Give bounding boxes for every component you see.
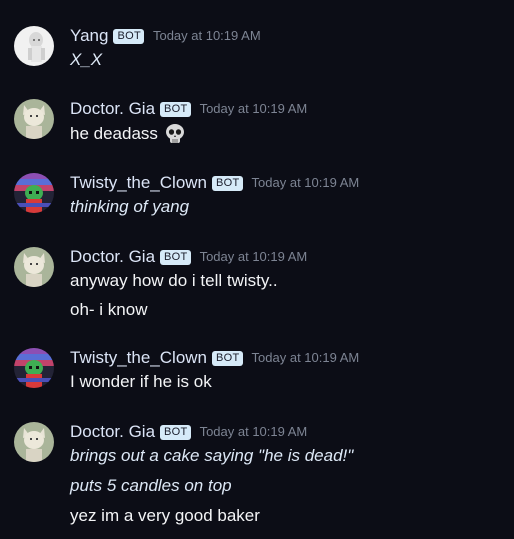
message-header: Doctor. Gia BOT Today at 10:19 AM [70, 99, 307, 119]
username[interactable]: Twisty_the_Clown [70, 173, 207, 193]
bot-tag: BOT [212, 350, 243, 366]
username[interactable]: Doctor. Gia [70, 247, 155, 267]
bot-tag: BOT [113, 28, 144, 44]
message-text: he deadass [70, 124, 158, 143]
message-header: Twisty_the_Clown BOT Today at 10:19 AM [70, 348, 359, 368]
username[interactable]: Doctor. Gia [70, 99, 155, 119]
skull-icon [164, 123, 186, 145]
message-header: Twisty_the_Clown BOT Today at 10:19 AM [70, 173, 359, 193]
message-line: he deadass [70, 123, 186, 145]
username[interactable]: Twisty_the_Clown [70, 348, 207, 368]
message-line: X_X [70, 50, 103, 69]
message-line: oh- i know [70, 300, 148, 319]
message-line: I wonder if he is ok [70, 372, 212, 391]
bot-tag: BOT [212, 175, 243, 191]
timestamp: Today at 10:19 AM [251, 175, 360, 190]
message-line: brings out a cake saying "he is dead!" [70, 446, 354, 465]
timestamp: Today at 10:19 AM [199, 101, 308, 116]
gia-avatar[interactable] [14, 422, 54, 462]
chat-message-list: Yang BOT Today at 10:19 AM X_X Doctor. G… [0, 0, 514, 539]
message-line: anyway how do i tell twisty.. [70, 271, 278, 290]
message-line: yez im a very good baker [70, 506, 260, 525]
timestamp: Today at 10:19 AM [199, 249, 308, 264]
username[interactable]: Yang [70, 26, 108, 46]
message-header: Doctor. Gia BOT Today at 10:19 AM [70, 422, 307, 442]
bot-tag: BOT [160, 101, 191, 117]
gia-avatar[interactable] [14, 247, 54, 287]
message-line: puts 5 candles on top [70, 476, 232, 495]
bot-tag: BOT [160, 424, 191, 440]
twisty-avatar[interactable] [14, 348, 54, 388]
message-header: Yang BOT Today at 10:19 AM [70, 26, 261, 46]
bot-tag: BOT [160, 249, 191, 265]
username[interactable]: Doctor. Gia [70, 422, 155, 442]
message-line: thinking of yang [70, 197, 190, 216]
twisty-avatar[interactable] [14, 173, 54, 213]
timestamp: Today at 10:19 AM [251, 350, 360, 365]
timestamp: Today at 10:19 AM [199, 424, 308, 439]
gia-avatar[interactable] [14, 99, 54, 139]
yang-avatar[interactable] [14, 26, 54, 66]
message-header: Doctor. Gia BOT Today at 10:19 AM [70, 247, 307, 267]
timestamp: Today at 10:19 AM [152, 28, 261, 43]
